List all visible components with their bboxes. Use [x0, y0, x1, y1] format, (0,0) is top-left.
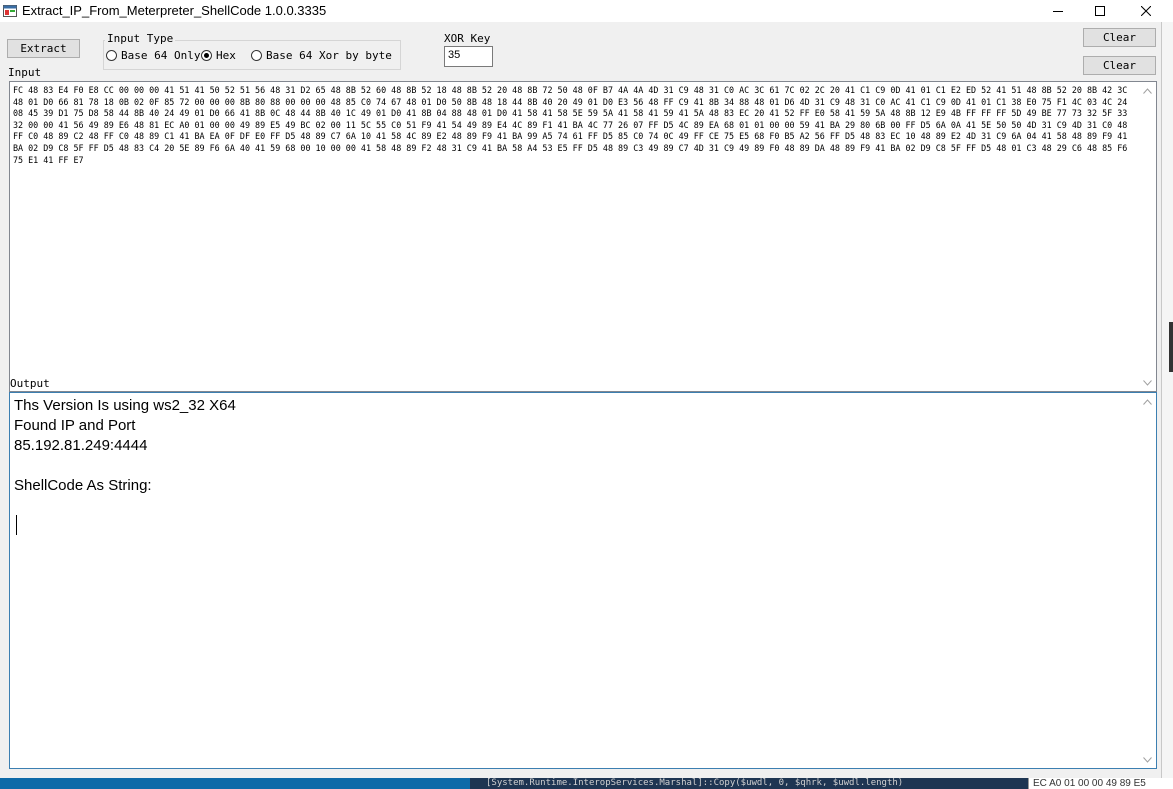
- extract-button[interactable]: Extract: [7, 39, 80, 58]
- maximize-button[interactable]: [1077, 0, 1123, 22]
- xor-key-input[interactable]: 35: [444, 46, 493, 67]
- input-scrollbar[interactable]: [1139, 82, 1156, 391]
- input-label: Input: [8, 66, 42, 79]
- background-console-text: [System.Runtime.InteropServices.Marshal]…: [470, 778, 1036, 789]
- radio-hex[interactable]: Hex: [201, 49, 236, 62]
- output-textbox[interactable]: Ths Version Is using ws2_32 X64 Found IP…: [9, 392, 1157, 769]
- title-bar: Extract_IP_From_Meterpreter_ShellCode 1.…: [0, 0, 1173, 22]
- scroll-down-icon[interactable]: [1139, 374, 1156, 391]
- radio-indicator: [106, 50, 117, 61]
- radio-base64-only[interactable]: Base 64 Only: [106, 49, 200, 62]
- clear-output-button[interactable]: Clear: [1083, 56, 1156, 75]
- clear-input-button[interactable]: Clear: [1083, 28, 1156, 47]
- radio-indicator: [251, 50, 262, 61]
- background-hex-text: EC A0 01 00 00 49 89 E5: [1028, 778, 1173, 789]
- input-type-label: Input Type: [105, 32, 176, 45]
- radio-label: Base 64 Only: [121, 49, 201, 62]
- radio-indicator-selected: [201, 50, 212, 61]
- main-form: Extract Input Type Base 64 Only Hex Base…: [0, 22, 1161, 778]
- background-window-fragment: [1169, 322, 1173, 372]
- app-icon: [3, 4, 17, 18]
- background-window-edge: [1161, 22, 1173, 778]
- radio-base64-xor[interactable]: Base 64 Xor by byte: [251, 49, 392, 62]
- radio-label: Hex: [216, 49, 236, 62]
- background-strip: [System.Runtime.InteropServices.Marshal]…: [0, 778, 1173, 789]
- close-button[interactable]: [1123, 0, 1169, 22]
- scroll-up-icon[interactable]: [1139, 393, 1156, 410]
- xor-key-label: XOR Key: [444, 32, 491, 45]
- background-panel: [0, 778, 470, 789]
- window-title: Extract_IP_From_Meterpreter_ShellCode 1.…: [22, 3, 327, 18]
- input-hex-text: FC 48 83 E4 F0 E8 CC 00 00 00 41 51 41 5…: [13, 85, 1133, 165]
- minimize-button[interactable]: [1035, 0, 1081, 22]
- scroll-up-icon[interactable]: [1139, 82, 1156, 99]
- radio-label: Base 64 Xor by byte: [266, 49, 392, 62]
- output-scrollbar[interactable]: [1139, 393, 1156, 768]
- input-textbox[interactable]: FC 48 83 E4 F0 E8 CC 00 00 00 41 51 41 5…: [9, 81, 1157, 392]
- maximize-icon: [1095, 6, 1105, 16]
- output-label: Output: [10, 377, 50, 390]
- text-caret: [16, 515, 17, 535]
- output-text: Ths Version Is using ws2_32 X64 Found IP…: [14, 397, 236, 494]
- scroll-down-icon[interactable]: [1139, 751, 1156, 768]
- close-icon: [1141, 6, 1151, 16]
- minimize-icon: [1053, 11, 1063, 12]
